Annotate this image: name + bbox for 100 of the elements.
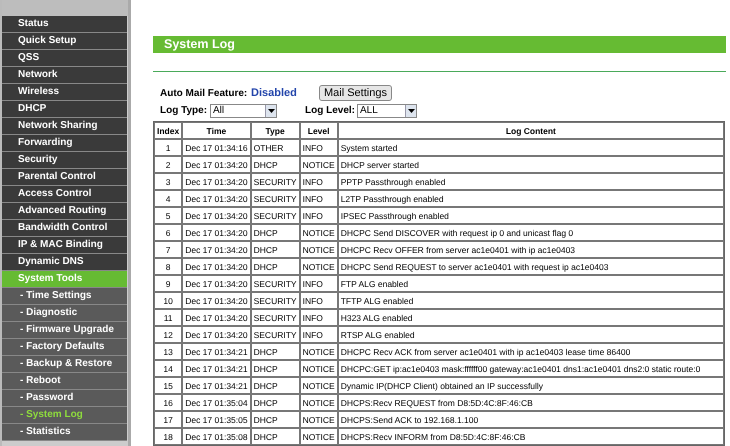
table-cell: Dec 17 01:34:20: [182, 292, 251, 309]
table-cell: SECURITY: [250, 207, 300, 224]
column-header: Level: [300, 122, 338, 139]
table-cell: 11: [154, 309, 182, 326]
table-cell: SECURITY: [250, 326, 300, 343]
table-cell: 16: [154, 394, 182, 411]
table-cell: DHCPS:Send ACK to 192.168.1.100: [338, 411, 724, 428]
column-header: Time: [182, 122, 251, 139]
table-cell: IPSEC Passthrough enabled: [338, 207, 724, 224]
sidebar-item[interactable]: Network Sharing: [2, 118, 127, 135]
table-cell: RTSP ALG enabled: [338, 326, 724, 343]
table-cell: NOTICE: [300, 360, 338, 377]
sidebar-item[interactable]: DHCP: [2, 101, 127, 118]
sidebar-item[interactable]: - Reboot: [2, 373, 127, 390]
table-cell: DHCPC Recv OFFER from server ac1e0401 with ip ac1e0403: [338, 241, 724, 258]
table-cell: Dec 17 01:34:20: [182, 241, 251, 258]
table-cell: NOTICE: [300, 411, 338, 428]
page-title: System Log: [153, 36, 726, 53]
sidebar-item[interactable]: Security: [2, 152, 127, 169]
table-cell: INFO: [300, 309, 338, 326]
table-cell: 6: [154, 224, 182, 241]
dropdown[interactable]: ALL: [357, 104, 417, 118]
table-cell: NOTICE: [300, 258, 338, 275]
table-cell: SECURITY: [250, 190, 300, 207]
table-cell: DHCP: [250, 394, 300, 411]
sidebar-item[interactable]: - Statistics: [2, 424, 127, 441]
sidebar-item[interactable]: Status: [2, 16, 127, 33]
table-cell: 14: [154, 360, 182, 377]
table-cell: NOTICE: [300, 394, 338, 411]
table-cell: 4: [154, 190, 182, 207]
sidebar-item[interactable]: QSS: [2, 50, 127, 67]
field-label: Log Type:: [160, 105, 208, 116]
table-cell: DHCP: [250, 343, 300, 360]
table-cell: 1: [154, 139, 182, 156]
table-cell: 3: [154, 173, 182, 190]
table-cell: INFO: [300, 326, 338, 343]
table-cell: Dec 17 01:34:20: [182, 309, 251, 326]
table-cell: Dynamic IP(DHCP Client) obtained an IP successfully: [338, 377, 724, 394]
sidebar-item[interactable]: - System Log: [2, 407, 127, 424]
sidebar-item[interactable]: Wireless: [2, 84, 127, 101]
table-cell: NOTICE: [300, 343, 338, 360]
table-cell: DHCPC Recv ACK from server ac1e0401 with ip ac1e0403 lease time 86400: [338, 343, 724, 360]
table-cell: SECURITY: [250, 292, 300, 309]
table-cell: NOTICE: [300, 156, 338, 173]
sidebar-item[interactable]: Quick Setup: [2, 33, 127, 50]
column-header: Type: [250, 122, 300, 139]
sidebar-item[interactable]: - Firmware Upgrade: [2, 322, 127, 339]
sidebar-item[interactable]: - Password: [2, 390, 127, 407]
table-cell: NOTICE: [300, 224, 338, 241]
table-cell: 7: [154, 241, 182, 258]
table-cell: 12: [154, 326, 182, 343]
sidebar-item[interactable]: Advanced Routing: [2, 203, 127, 220]
table-cell: DHCP: [250, 258, 300, 275]
table-cell: PPTP Passthrough enabled: [338, 173, 724, 190]
table-cell: NOTICE: [300, 241, 338, 258]
table-cell: NOTICE: [300, 428, 338, 445]
table-cell: TFTP ALG enabled: [338, 292, 724, 309]
table-cell: DHCP: [250, 156, 300, 173]
sidebar-item[interactable]: Bandwidth Control: [2, 220, 127, 237]
sidebar-item[interactable]: - Backup & Restore: [2, 356, 127, 373]
table-cell: DHCP: [250, 241, 300, 258]
table-cell: 15: [154, 377, 182, 394]
table-cell: 13: [154, 343, 182, 360]
table-cell: OTHER: [250, 139, 300, 156]
sidebar-item[interactable]: IP & MAC Binding: [2, 237, 127, 254]
sidebar-item[interactable]: Dynamic DNS: [2, 254, 127, 271]
sidebar-item[interactable]: Network: [2, 67, 127, 84]
table-cell: SECURITY: [250, 173, 300, 190]
table-cell: INFO: [300, 292, 338, 309]
table-cell: DHCPS:Recv INFORM from D8:5D:4C:8F:46:CB: [338, 428, 724, 445]
sidebar-item[interactable]: Forwarding: [2, 135, 127, 152]
table-cell: DHCP: [250, 224, 300, 241]
table-cell: 18: [154, 428, 182, 445]
sidebar-item[interactable]: - Factory Defaults: [2, 339, 127, 356]
table-cell: Dec 17 01:34:21: [182, 343, 251, 360]
table-cell: Dec 17 01:34:20: [182, 207, 251, 224]
table-cell: FTP ALG enabled: [338, 275, 724, 292]
table-cell: DHCP: [250, 428, 300, 445]
dropdown[interactable]: All: [210, 104, 277, 118]
mail-settings-button[interactable]: Mail Settings: [319, 85, 392, 102]
table-cell: 17: [154, 411, 182, 428]
table-cell: DHCPC:GET ip:ac1e0403 mask:ffffff00 gateway:ac1e0401 dns1:ac1e0401 dns2:0 static route:0: [338, 360, 724, 377]
table-cell: 2: [154, 156, 182, 173]
table-cell: Dec 17 01:34:20: [182, 190, 251, 207]
table-cell: 9: [154, 275, 182, 292]
column-header: Index: [154, 122, 182, 139]
sidebar-item[interactable]: Access Control: [2, 186, 127, 203]
table-cell: System started: [338, 139, 724, 156]
table-cell: 10: [154, 292, 182, 309]
table-cell: Dec 17 01:34:20: [182, 258, 251, 275]
table-cell: DHCP server started: [338, 156, 724, 173]
sidebar-item[interactable]: - Diagnostic: [2, 305, 127, 322]
status-value: Disabled: [251, 87, 298, 100]
sidebar-item[interactable]: Parental Control: [2, 169, 127, 186]
table-cell: Dec 17 01:35:04: [182, 394, 251, 411]
table-cell: DHCP: [250, 377, 300, 394]
table-cell: Dec 17 01:34:20: [182, 275, 251, 292]
table-cell: NOTICE: [300, 377, 338, 394]
sidebar-item[interactable]: - Time Settings: [2, 288, 127, 305]
table-cell: DHCP: [250, 360, 300, 377]
